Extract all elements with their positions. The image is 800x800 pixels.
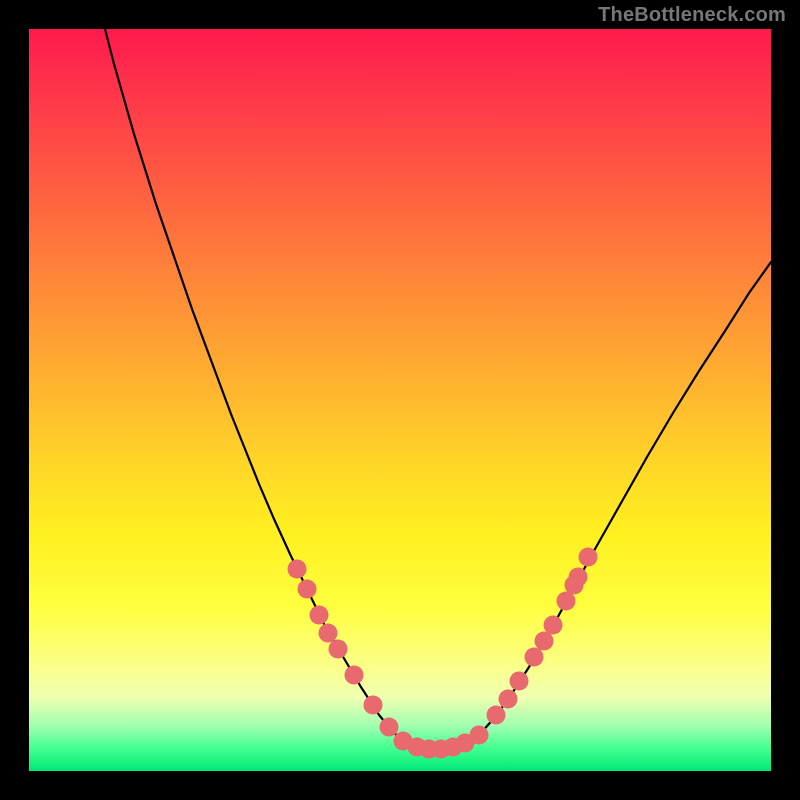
chart-background <box>29 29 771 771</box>
watermark-text: TheBottleneck.com <box>598 4 786 27</box>
